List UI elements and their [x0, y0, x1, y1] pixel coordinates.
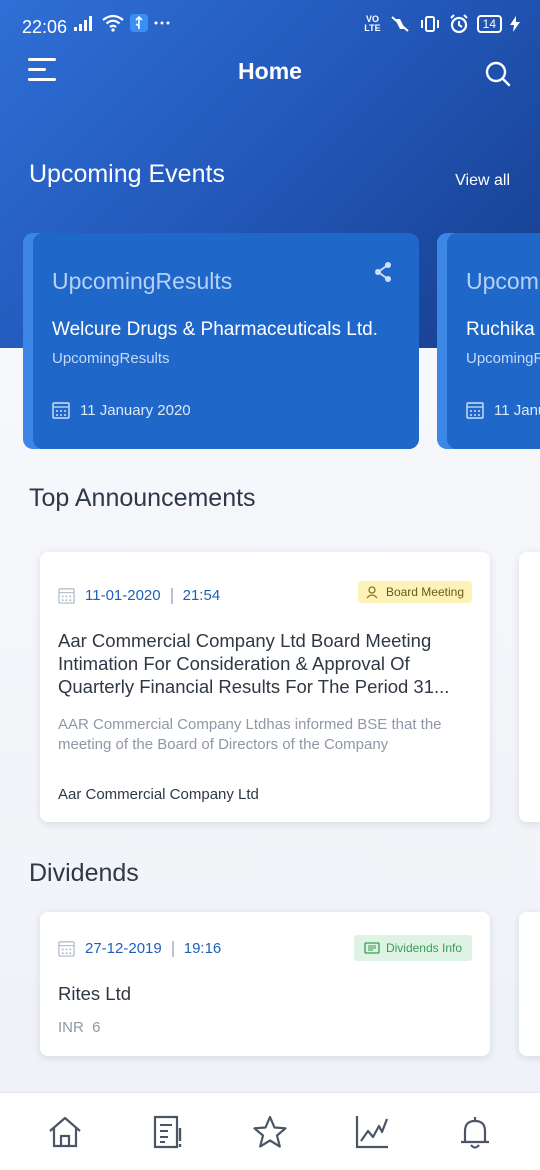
category-badge-label: Dividends Info: [385, 941, 462, 955]
view-all-link[interactable]: View all: [455, 172, 510, 190]
next-announcement-card[interactable]: [519, 552, 540, 822]
event-subtype: UpcomingResults: [52, 350, 170, 367]
dividend-date: 27-12-2019: [85, 940, 162, 957]
announcement-title: Aar Commercial Company Ltd Board Meeting…: [58, 630, 450, 697]
event-date: 11 January 2020: [494, 401, 540, 419]
money-icon: [364, 942, 380, 954]
dividend-meta: 27-12-2019 19:16: [58, 940, 221, 957]
nav-notifications[interactable]: [450, 1107, 500, 1157]
next-dividend-card[interactable]: [519, 912, 540, 1056]
alarm-icon: [449, 14, 468, 34]
nav-markets[interactable]: [347, 1107, 397, 1157]
category-badge: Dividends Info: [353, 935, 472, 961]
calendar-icon: [58, 941, 75, 957]
page-title: Home: [238, 58, 302, 84]
charging-icon: [510, 16, 520, 32]
dividend-amount: INR 6: [58, 1019, 101, 1036]
search-icon[interactable]: [484, 60, 512, 88]
announcement-company: Aar Commercial Company Ltd: [58, 786, 259, 803]
event-date: 11 January 2020: [80, 401, 191, 419]
upcoming-events-heading: Upcoming Events: [29, 160, 225, 188]
event-date-row: 11 January 2020: [466, 401, 540, 419]
dividend-company: Rites Ltd: [58, 983, 132, 1004]
event-card[interactable]: UpcomingResults Welcure Drugs & Pharmace…: [33, 233, 419, 449]
category-badge-label: Board Meeting: [385, 585, 464, 599]
wifi-icon: [102, 14, 124, 32]
notifications-bell-icon: [460, 1116, 489, 1149]
event-type: UpcomingResults: [466, 268, 540, 294]
announcement-meta: 11-01-2020 21:54: [58, 587, 220, 604]
category-badge: Board Meeting: [357, 581, 472, 603]
announcement-time: 21:54: [182, 587, 221, 604]
status-bar: 22:06 VO LTE 14: [0, 0, 540, 54]
nav-watchlist[interactable]: [245, 1107, 295, 1157]
top-announcements-heading: Top Announcements: [29, 484, 256, 512]
watchlist-star-icon: [253, 1115, 287, 1148]
meeting-user-icon: [366, 586, 378, 599]
calendar-icon: [466, 402, 484, 419]
dividends-heading: Dividends: [29, 859, 139, 887]
bottom-navigation: [0, 1092, 540, 1170]
nav-home[interactable]: [40, 1107, 90, 1157]
signal-icon: [74, 16, 92, 31]
announcement-date: 11-01-2020: [85, 587, 161, 604]
calendar-icon: [58, 588, 75, 604]
event-subtype: UpcomingResults: [466, 350, 540, 367]
nav-announcements[interactable]: [143, 1107, 193, 1157]
status-left-icons: [74, 14, 170, 32]
event-date-row: 11 January 2020: [52, 401, 191, 419]
announcements-icon: [153, 1115, 181, 1148]
home-icon: [49, 1116, 81, 1147]
dividend-time: 19:16: [183, 940, 222, 957]
status-right-icons: VO LTE 14: [364, 14, 520, 34]
market-chart-icon: [356, 1115, 389, 1148]
share-icon[interactable]: [373, 261, 393, 283]
battery-indicator: 14: [476, 15, 502, 33]
event-company: Ruchika Industries: [466, 319, 540, 340]
event-company: Welcure Drugs & Pharmaceuticals Ltd.: [52, 319, 378, 340]
event-card[interactable]: UpcomingResults Ruchika Industries Upcom…: [447, 233, 540, 449]
vibrate-icon: [420, 16, 439, 32]
status-time: 22:06: [22, 17, 68, 37]
volte-icon: VO LTE: [364, 14, 381, 33]
app-bar: Home: [0, 54, 540, 94]
meta-divider: [171, 940, 174, 957]
announcement-card[interactable]: 11-01-2020 21:54 Board Meeting Aar Comme…: [40, 552, 490, 822]
event-type: UpcomingResults: [52, 268, 233, 294]
calendar-icon: [52, 402, 70, 419]
usb-icon: [130, 14, 148, 32]
more-icon: [154, 21, 170, 25]
announcement-description: AAR Commercial Company Ltdhas informed B…: [58, 716, 442, 753]
meta-divider: [170, 587, 173, 604]
vibrate-mute-icon: [390, 16, 409, 32]
dividend-card[interactable]: 27-12-2019 19:16 Dividends Info Rites Lt…: [40, 912, 490, 1056]
